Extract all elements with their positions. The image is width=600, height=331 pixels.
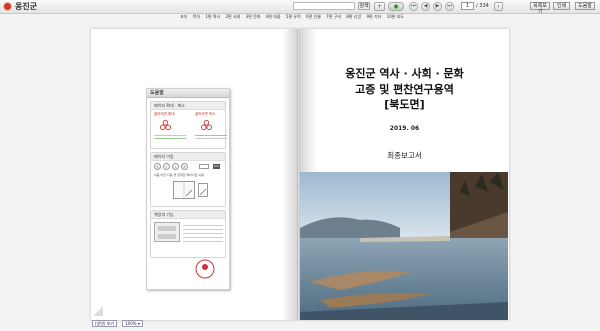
footer-controls: (양면) 보기 100% ▾ [92,320,148,330]
help-panel: 도움말 페이지 확대 · 축소 클릭하면 확대 클릭하면 축소 페이지 이동 «… [146,88,230,290]
chapter-link[interactable]: 4편 마을 [266,14,281,19]
chapter-link[interactable]: 6편 인물 [306,14,321,19]
page-flip-icon [199,188,207,196]
page-curl-icon[interactable] [93,306,103,316]
cover-date: 2019. 06 [389,125,420,132]
prev-page-icon[interactable]: ◀ [421,2,430,11]
zoom-in-icon [160,120,171,131]
section-body: « ‹ › » GO 처음 이전 다음 끝 입력한 페이지로 이동 [151,161,225,206]
section-body [151,219,225,257]
view-mode-select[interactable]: (양면) 보기 [92,320,118,327]
zoom-out-icon [201,120,212,131]
nav-label: 끝 [173,173,177,177]
contents-button[interactable]: 목록보기 [530,2,550,15]
help-button[interactable]: 도움말 [575,2,595,10]
help-panel-title: 도움말 [147,89,229,98]
page-diagram [173,181,195,199]
nav-label: 입력한 페이지로 이동 [177,173,204,177]
chapter-link[interactable]: 9편 기타 [366,14,381,19]
chapter-link[interactable]: 3편 문화 [246,14,261,19]
first-page-icon: « [154,163,161,170]
page-total: / 334 [476,3,489,9]
page-diagram [198,183,208,197]
page-number-input[interactable]: 1 [461,2,474,10]
section-body: 클릭하면 확대 클릭하면 축소 [151,110,227,148]
nav-label: 다음 [167,173,173,177]
search-input[interactable] [293,2,355,10]
page-flip-icon [183,182,193,198]
cover-seal-label: 옹진군 [198,281,212,286]
cover-title-line2: 고증 및 편찬연구용역 [355,83,454,96]
next-page-icon: › [172,163,179,170]
zoom-out-caption: 클릭하면 축소 [195,112,216,116]
cover-title-line3: [북도면] [384,98,425,111]
section-title: 책갈피 기능 [151,211,225,219]
zoom-in-caption: 클릭하면 확대 [154,112,175,116]
chapter-link[interactable]: 8편 신앙 [346,14,361,19]
help-bookmark-section: 책갈피 기능 [150,210,226,258]
chapter-link[interactable]: 표지 [180,14,187,19]
prev-page-icon: ‹ [163,163,170,170]
nav-label: 처음 [154,173,160,177]
chapter-link[interactable]: 7편 구비 [326,14,341,19]
chapter-link[interactable]: 1편 역사 [205,14,220,19]
chapter-link[interactable]: 목차 [193,14,200,19]
cover-photo [300,172,508,320]
last-page-icon[interactable]: ⏭ [445,2,454,11]
chapter-link[interactable]: 2편 사회 [225,14,240,19]
go-icon: GO [213,164,220,169]
bookmark-control-sample [154,222,180,242]
last-page-icon: » [181,163,188,170]
zoom-in-icon[interactable]: + [374,2,385,11]
first-page-icon[interactable]: ⏮ [409,2,418,11]
okjin-seal-icon [195,259,215,279]
logo-icon [3,2,12,11]
chapter-link[interactable]: 10편 지도 [387,14,404,19]
section-title: 페이지 확대 · 축소 [151,102,225,110]
nav-buttons: « ‹ › » [154,163,190,170]
coastal-landscape-image [300,172,508,320]
bookmark-description [183,223,223,242]
go-page-icon[interactable]: › [494,2,503,11]
logo-text: 옹진군 [15,2,38,11]
nav-label: 이전 [160,173,167,177]
chapter-nav: 표지 목차 1편 역사 2편 사회 3편 문화 4편 마을 5편 유적 6편 인… [180,14,408,20]
cover-report-label: 최종보고서 [387,151,422,160]
search-button[interactable]: 검색 [358,2,370,10]
print-button[interactable]: 인쇄 [553,2,570,10]
page-input-sample [199,164,209,169]
nav-labels: 처음 이전 다음 끝 입력한 페이지로 이동 [154,173,204,177]
logo[interactable]: 옹진군 [3,1,37,12]
zoom-note [154,134,186,141]
zoom-note [195,134,227,141]
cover-title-line1: 옹진군 역사 · 사회 · 문화 [345,67,464,80]
chapter-link[interactable]: 5편 유적 [286,14,301,19]
book-viewer: 도움말 페이지 확대 · 축소 클릭하면 확대 클릭하면 축소 페이지 이동 «… [91,29,509,320]
help-page-move-section: 페이지 이동 « ‹ › » GO 처음 이전 다음 끝 입력한 페이지로 이동 [150,152,226,207]
zoom-select[interactable]: 100% ▾ [122,320,143,327]
next-page-icon[interactable]: ▶ [433,2,442,11]
help-zoom-section: 페이지 확대 · 축소 클릭하면 확대 클릭하면 축소 [150,101,227,149]
bookmark-icon[interactable]: ◉ [388,2,404,11]
top-toolbar: 옹진군 검색 + ◉ ⏮ ◀ ▶ ⏭ 1 / 334 › 목록보기 인쇄 도움말 [0,0,600,15]
section-title: 페이지 이동 [151,153,225,161]
